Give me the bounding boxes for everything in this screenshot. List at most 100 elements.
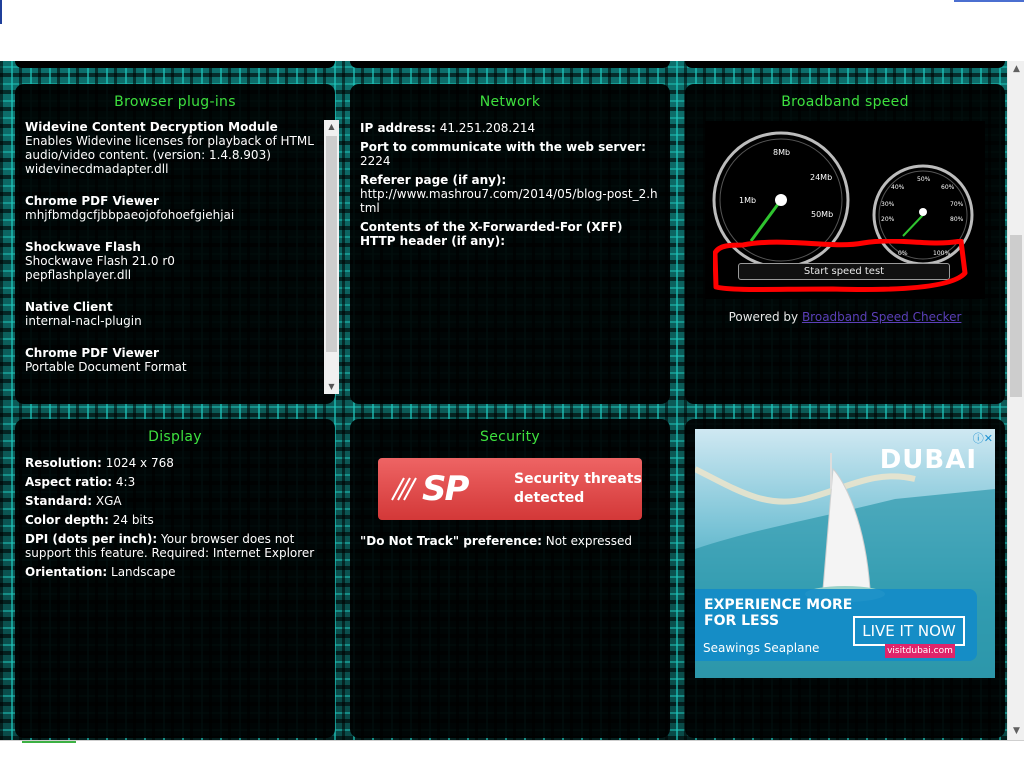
ad-close-icon[interactable]: ⓘ✕ bbox=[973, 430, 993, 446]
dnt-value: Not expressed bbox=[545, 534, 633, 548]
red-highlight-annotation bbox=[713, 239, 968, 292]
gauge-label: 8Mb bbox=[773, 148, 790, 157]
list-item: Chrome PDF Viewer mhjfbmdgcfjbbpaeojofoh… bbox=[25, 194, 321, 222]
scroll-up-icon[interactable]: ▲ bbox=[324, 120, 339, 134]
ad-site-badge: visitdubai.com bbox=[885, 644, 955, 658]
list-item: Native Client internal-nacl-plugin bbox=[25, 300, 321, 328]
scroll-down-icon[interactable]: ▼ bbox=[1008, 723, 1024, 740]
ad-headline-line-1: EXPERIENCE MORE bbox=[704, 597, 853, 613]
plugin-description: Portable Document Format bbox=[25, 360, 187, 374]
scroll-thumb[interactable] bbox=[326, 136, 337, 352]
panel-above-middle bbox=[350, 61, 670, 68]
broadband-panel: Broadband speed 1Mb 8Mb 24Mb 50Mb 20% 30… bbox=[685, 84, 1005, 404]
plugin-name: Native Client bbox=[25, 300, 113, 314]
plugin-name: Shockwave Flash bbox=[25, 240, 141, 254]
display-panel: Display Resolution: 1024 x 768 Aspect ra… bbox=[15, 419, 335, 738]
browser-plugins-title: Browser plug-ins bbox=[114, 94, 236, 110]
sp-logo-stripes-icon bbox=[391, 477, 417, 501]
row-label: Aspect ratio: bbox=[25, 475, 113, 489]
xff-label: Contents of the X-Forwarded-For (XFF) HT… bbox=[360, 220, 623, 248]
badge-line-1: Security threats bbox=[514, 471, 642, 487]
gauge-label: 30% bbox=[881, 201, 895, 208]
powered-prefix: Powered by bbox=[728, 310, 799, 324]
port-value: 2224 bbox=[360, 154, 391, 168]
browser-bottom-area bbox=[0, 740, 1024, 769]
port-row: Port to communicate with the web server:… bbox=[360, 140, 660, 168]
ad-brand-logo: DUBAI bbox=[879, 445, 977, 475]
gauge-label: 24Mb bbox=[810, 173, 832, 182]
ip-label: IP address: bbox=[360, 121, 436, 135]
xff-row: Contents of the X-Forwarded-For (XFF) HT… bbox=[360, 220, 660, 248]
speed-gauge-widget: 1Mb 8Mb 24Mb 50Mb 20% 30% 40% 50% 60% 70… bbox=[705, 121, 985, 299]
security-badge-text: Security threats detected bbox=[514, 470, 642, 508]
scroll-down-icon[interactable]: ▼ bbox=[324, 380, 339, 394]
plugin-list-scrollbar[interactable]: ▲ ▼ bbox=[324, 120, 339, 394]
display-title: Display bbox=[148, 429, 202, 445]
ip-row: IP address: 41.251.208.214 bbox=[360, 121, 660, 135]
referer-label: Referer page (if any): bbox=[360, 173, 507, 187]
gauge-label: 70% bbox=[950, 201, 964, 208]
ad-subtext: Seawings Seaplane bbox=[703, 641, 820, 655]
scroll-up-icon[interactable]: ▲ bbox=[1008, 61, 1024, 78]
progress-tick bbox=[22, 741, 76, 743]
dubai-advertisement[interactable]: ⓘ✕ DUBAI EXPERIENCE MORE FOR LESS LIVE I… bbox=[695, 429, 995, 678]
plugin-description: Enables Widevine licenses for playback o… bbox=[25, 134, 314, 162]
network-title: Network bbox=[479, 94, 541, 110]
plugin-file: internal-nacl-plugin bbox=[25, 314, 142, 328]
resolution-row: Resolution: 1024 x 768 bbox=[25, 456, 321, 470]
gauge-label: 1Mb bbox=[739, 196, 756, 205]
dnt-label: "Do Not Track" preference: bbox=[360, 534, 542, 548]
aspect-ratio-row: Aspect ratio: 4:3 bbox=[25, 475, 321, 489]
gauge-label: 50Mb bbox=[811, 210, 833, 219]
ad-headline-line-2: FOR LESS bbox=[704, 613, 780, 629]
standard-row: Standard: XGA bbox=[25, 494, 321, 508]
referer-value: http://www.mashrou7.com/2014/05/blog-pos… bbox=[360, 187, 658, 215]
plugin-file: pepflashplayer.dll bbox=[25, 268, 132, 282]
color-depth-row: Color depth: 24 bits bbox=[25, 513, 321, 527]
dpi-row: DPI (dots per inch): Your browser does n… bbox=[25, 532, 321, 560]
security-title: Security bbox=[480, 429, 540, 445]
plugin-name: Widevine Content Decryption Module bbox=[25, 120, 278, 134]
live-it-now-button[interactable]: LIVE IT NOW bbox=[853, 616, 965, 646]
do-not-track-row: "Do Not Track" preference: Not expressed bbox=[360, 534, 660, 548]
page-scrollbar[interactable]: ▲ ▼ bbox=[1007, 61, 1024, 740]
gauge-label: 60% bbox=[941, 184, 955, 191]
ad-banner: EXPERIENCE MORE FOR LESS LIVE IT NOW Sea… bbox=[695, 589, 977, 661]
powered-by-line: Powered by Broadband Speed Checker bbox=[685, 310, 1005, 324]
gauge-label: 50% bbox=[917, 176, 931, 183]
plugin-description: Shockwave Flash 21.0 r0 bbox=[25, 254, 175, 268]
panel-above-right bbox=[685, 61, 1005, 68]
security-threats-badge[interactable]: SP Security threats detected bbox=[378, 458, 642, 520]
row-label: Standard: bbox=[25, 494, 93, 508]
broadband-speed-checker-link[interactable]: Broadband Speed Checker bbox=[802, 310, 961, 324]
network-panel: Network IP address: 41.251.208.214 Port … bbox=[350, 84, 670, 404]
row-value: 24 bits bbox=[112, 513, 154, 527]
window-edge-accent bbox=[954, 0, 1024, 2]
row-value: 1024 x 768 bbox=[105, 456, 174, 470]
row-label: Color depth: bbox=[25, 513, 109, 527]
plugin-name: Chrome PDF Viewer bbox=[25, 346, 159, 360]
row-value: XGA bbox=[95, 494, 122, 508]
list-item: Widevine Content Decryption Module Enabl… bbox=[25, 120, 321, 176]
gauge-label: 80% bbox=[950, 216, 964, 223]
gauge-label: 20% bbox=[881, 216, 895, 223]
sp-logo-text: SP bbox=[422, 469, 469, 509]
ip-value: 41.251.208.214 bbox=[439, 121, 536, 135]
page-scroll-thumb[interactable] bbox=[1010, 235, 1022, 397]
list-item: Chrome PDF Viewer Portable Document Form… bbox=[25, 346, 321, 374]
browser-top-area bbox=[0, 0, 1024, 62]
row-label: Orientation: bbox=[25, 565, 108, 579]
gauge-label: 40% bbox=[891, 184, 905, 191]
plugin-name: Chrome PDF Viewer bbox=[25, 194, 159, 208]
row-label: Resolution: bbox=[25, 456, 102, 470]
list-item: Shockwave Flash Shockwave Flash 21.0 r0 … bbox=[25, 240, 321, 282]
plugin-list[interactable]: Widevine Content Decryption Module Enabl… bbox=[25, 120, 321, 394]
ad-headline: EXPERIENCE MORE FOR LESS bbox=[704, 597, 852, 629]
plugin-file: widevinecdmadapter.dll bbox=[25, 162, 169, 176]
browser-plugins-panel: Browser plug-ins Widevine Content Decryp… bbox=[15, 84, 339, 404]
broadband-title: Broadband speed bbox=[781, 94, 909, 110]
security-panel: Security SP Security threats detected "D… bbox=[350, 419, 670, 738]
referer-row: Referer page (if any): http://www.mashro… bbox=[360, 173, 660, 215]
port-label: Port to communicate with the web server: bbox=[360, 140, 646, 154]
orientation-row: Orientation: Landscape bbox=[25, 565, 321, 579]
